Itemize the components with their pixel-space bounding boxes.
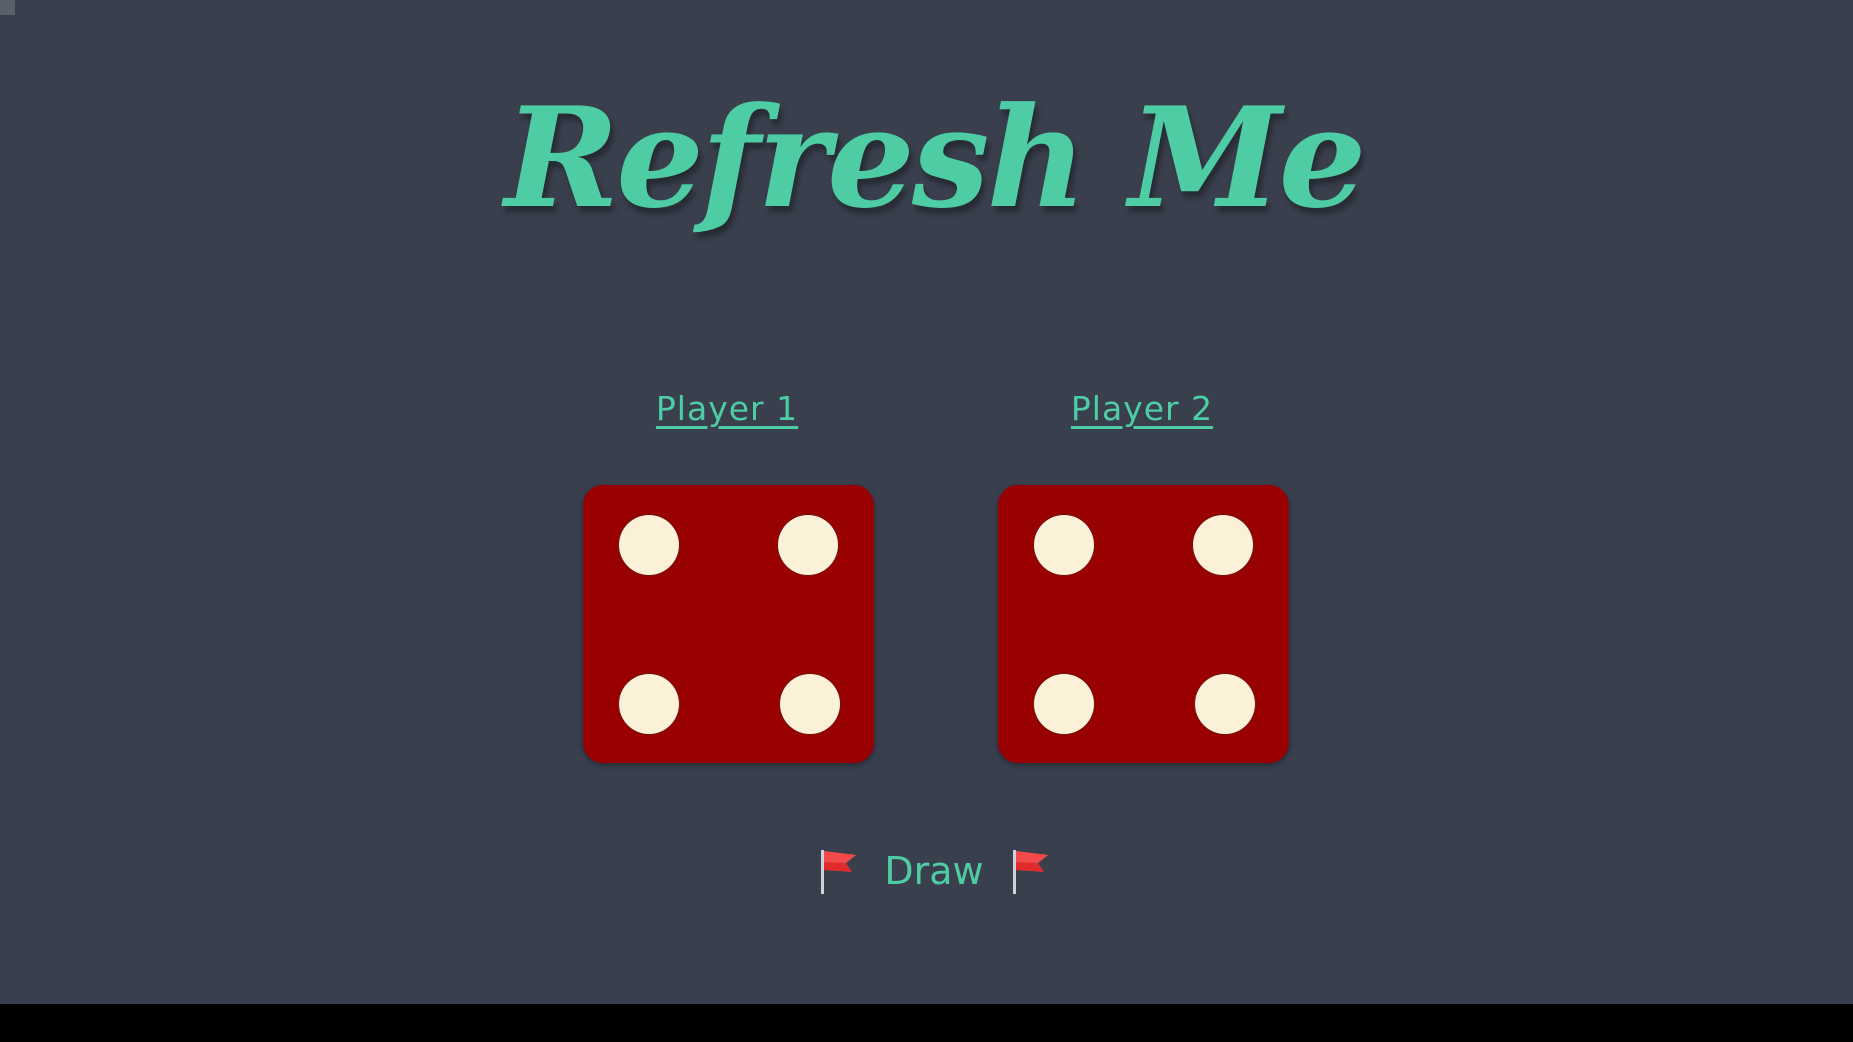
die-pip bbox=[619, 515, 679, 575]
page-title: Refresh Me bbox=[504, 76, 1367, 239]
result-text: Draw bbox=[884, 848, 984, 893]
die-pip bbox=[778, 515, 838, 575]
red-flag-icon bbox=[816, 846, 860, 896]
player-2-label: Player 2 bbox=[1070, 389, 1214, 428]
player-2-die bbox=[998, 485, 1289, 763]
red-flag-icon bbox=[1008, 846, 1052, 896]
die-pip bbox=[1034, 674, 1094, 734]
player-1-die bbox=[583, 485, 874, 763]
die-pip bbox=[1193, 515, 1253, 575]
die-pip bbox=[619, 674, 679, 734]
corner-mark bbox=[0, 0, 15, 15]
die-pip bbox=[1034, 515, 1094, 575]
player-1-label: Player 1 bbox=[655, 389, 799, 428]
die-pip bbox=[1195, 674, 1255, 734]
result-message: Draw bbox=[0, 840, 1853, 899]
die-pip bbox=[780, 674, 840, 734]
bottom-bar bbox=[0, 1004, 1853, 1042]
game-stage: Refresh Me Player 1 Player 2 Draw bbox=[0, 0, 1853, 1004]
